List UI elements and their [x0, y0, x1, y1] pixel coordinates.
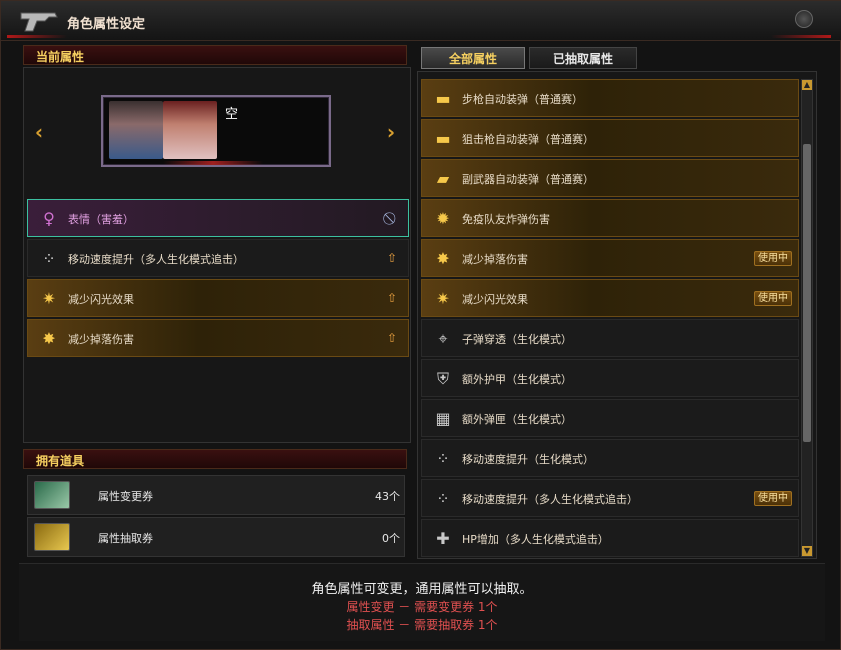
sniper-icon: ▬ [435, 129, 451, 148]
speed-dots-icon: ⁘ [42, 249, 56, 268]
character-card-accent [163, 161, 263, 165]
item-row[interactable]: 属性变更券 43个 [27, 475, 405, 515]
in-use-badge: 使用中 [754, 491, 792, 506]
footer-extract-cost: 抽取属性 － 需要抽取券 1个 [346, 618, 498, 632]
chevron-right-icon[interactable]: › [383, 121, 399, 143]
current-attribute-row[interactable]: ✷ 减少闪光效果 ⇧ [27, 279, 409, 317]
window-title: 角色属性设定 [67, 17, 146, 32]
attribute-label: 副武器自动装弹（普通赛） [462, 173, 594, 186]
tab-owned-attributes[interactable]: 已抽取属性 [529, 47, 637, 69]
fall-damage-icon: ✸ [42, 329, 56, 348]
upgrade-arrow-icon[interactable]: ⇧ [384, 290, 400, 306]
character-card[interactable]: 空 [101, 95, 331, 167]
character-portrait-1 [109, 101, 163, 159]
current-attribute-label: 减少闪光效果 [68, 293, 134, 306]
attribute-row[interactable]: ✸ 减少掉落伤害 使用中 [421, 239, 799, 277]
pistol-icon [20, 12, 58, 32]
footer-main-text: 角色属性可变更，通用属性可以抽取。 [311, 582, 533, 597]
change-ticket-icon [34, 481, 70, 509]
current-attribute-label: 移动速度提升（多人生化模式追击） [68, 253, 244, 266]
attribute-list-scrollbar[interactable]: ▲ ▼ [801, 79, 813, 557]
explosion-icon: ✹ [436, 209, 450, 228]
attribute-label: 步枪自动装弹（普通赛） [462, 93, 583, 106]
attribute-row[interactable]: ▬ 狙击枪自动装弹（普通赛） [421, 119, 799, 157]
attribute-row[interactable]: ▰ 副武器自动装弹（普通赛） [421, 159, 799, 197]
close-button[interactable] [795, 10, 813, 28]
upgrade-arrow-icon[interactable]: ⇧ [384, 330, 400, 346]
footer-info: 角色属性可变更，通用属性可以抽取。 属性变更 － 需要变更券 1个 抽取属性 －… [19, 563, 825, 641]
attribute-row[interactable]: ▦ 额外弹匣（生化模式） [421, 399, 799, 437]
flash-icon: ✷ [436, 289, 450, 308]
item-count: 43个 [375, 490, 400, 503]
current-attributes-header: 当前属性 [23, 45, 407, 65]
attribute-label: 狙击枪自动装弹（普通赛） [462, 133, 594, 146]
current-attributes-title: 当前属性 [36, 50, 85, 64]
title-accent-right [771, 35, 831, 38]
item-name: 属性抽取券 [98, 532, 153, 545]
attribute-settings-window: 角色属性设定 当前属性 ‹ › 空 ♀ 表情（害羞） ⃠ ⁘ 移动速度提升（多人… [0, 0, 841, 650]
current-attribute-list: ♀ 表情（害羞） ⃠ ⁘ 移动速度提升（多人生化模式追击） ⇧ ✷ 减少闪光效果… [27, 199, 409, 359]
scroll-down-icon[interactable]: ▼ [802, 546, 812, 556]
attribute-row[interactable]: ⁘ 移动速度提升（生化模式） [421, 439, 799, 477]
attribute-row[interactable]: ⁘ 移动速度提升（多人生化模式追击） 使用中 [421, 479, 799, 517]
flash-icon: ✷ [42, 289, 56, 308]
rifle-icon: ▬ [435, 89, 451, 108]
extract-ticket-icon [34, 523, 70, 551]
in-use-badge: 使用中 [754, 291, 792, 306]
attribute-row[interactable]: ✚ HP增加（多人生化模式追击） [421, 519, 799, 557]
scroll-thumb[interactable] [803, 144, 811, 442]
owned-items-title: 拥有道具 [36, 454, 85, 468]
attribute-label: 移动速度提升（生化模式） [462, 453, 594, 466]
tab-all-attributes[interactable]: 全部属性 [421, 47, 525, 69]
attribute-label: 子弹穿透（生化模式） [462, 333, 572, 346]
current-attribute-row[interactable]: ♀ 表情（害羞） ⃠ [27, 199, 409, 237]
speed-dots-icon: ⁘ [436, 449, 450, 468]
attribute-label: 减少掉落伤害 [462, 253, 528, 266]
attribute-label: 移动速度提升（多人生化模式追击） [462, 493, 638, 506]
attribute-label: 免疫队友炸弹伤害 [462, 213, 550, 226]
title-accent-left [7, 35, 67, 38]
attribute-label: 减少闪光效果 [462, 293, 528, 306]
all-attribute-list: ▬ 步枪自动装弹（普通赛） ▬ 狙击枪自动装弹（普通赛） ▰ 副武器自动装弹（普… [421, 79, 799, 557]
character-name: 空 [225, 107, 239, 122]
upgrade-arrow-icon[interactable]: ⇧ [384, 250, 400, 266]
dance-figure-icon: ♀ [43, 209, 55, 228]
attribute-row[interactable]: ⌖ 子弹穿透（生化模式） [421, 319, 799, 357]
attribute-label: 额外护甲（生化模式） [462, 373, 572, 386]
attribute-row[interactable]: ✷ 减少闪光效果 使用中 [421, 279, 799, 317]
current-attribute-row[interactable]: ⁘ 移动速度提升（多人生化模式追击） ⇧ [27, 239, 409, 277]
attribute-label: HP增加（多人生化模式追击） [462, 533, 609, 546]
scroll-up-icon[interactable]: ▲ [802, 80, 812, 90]
current-attribute-label: 表情（害羞） [68, 213, 134, 226]
item-name: 属性变更券 [98, 490, 153, 503]
magazine-icon: ▦ [435, 409, 451, 428]
owned-items-header: 拥有道具 [23, 449, 407, 469]
footer-change-cost: 属性变更 － 需要变更券 1个 [346, 600, 498, 614]
character-portrait-2 [163, 101, 217, 159]
armor-icon: ⛨ [436, 369, 449, 388]
attribute-row[interactable]: ✹ 免疫队友炸弹伤害 [421, 199, 799, 237]
fall-damage-icon: ✸ [436, 249, 450, 268]
speed-dots-icon: ⁘ [436, 489, 450, 508]
attribute-row[interactable]: ⛨ 额外护甲（生化模式） [421, 359, 799, 397]
hp-icon: ✚ [436, 529, 450, 548]
item-row[interactable]: 属性抽取券 0个 [27, 517, 405, 557]
title-bar: 角色属性设定 [1, 1, 841, 41]
attribute-row[interactable]: ▬ 步枪自动装弹（普通赛） [421, 79, 799, 117]
attribute-label: 额外弹匣（生化模式） [462, 413, 572, 426]
in-use-badge: 使用中 [754, 251, 792, 266]
current-attribute-row[interactable]: ✸ 减少掉落伤害 ⇧ [27, 319, 409, 357]
crosshair-icon: ⌖ [438, 329, 448, 348]
ban-icon[interactable]: ⃠ [384, 210, 400, 226]
pistol-icon: ▰ [436, 169, 450, 188]
chevron-left-icon[interactable]: ‹ [31, 121, 47, 143]
current-attribute-label: 减少掉落伤害 [68, 333, 134, 346]
item-count: 0个 [382, 532, 400, 545]
